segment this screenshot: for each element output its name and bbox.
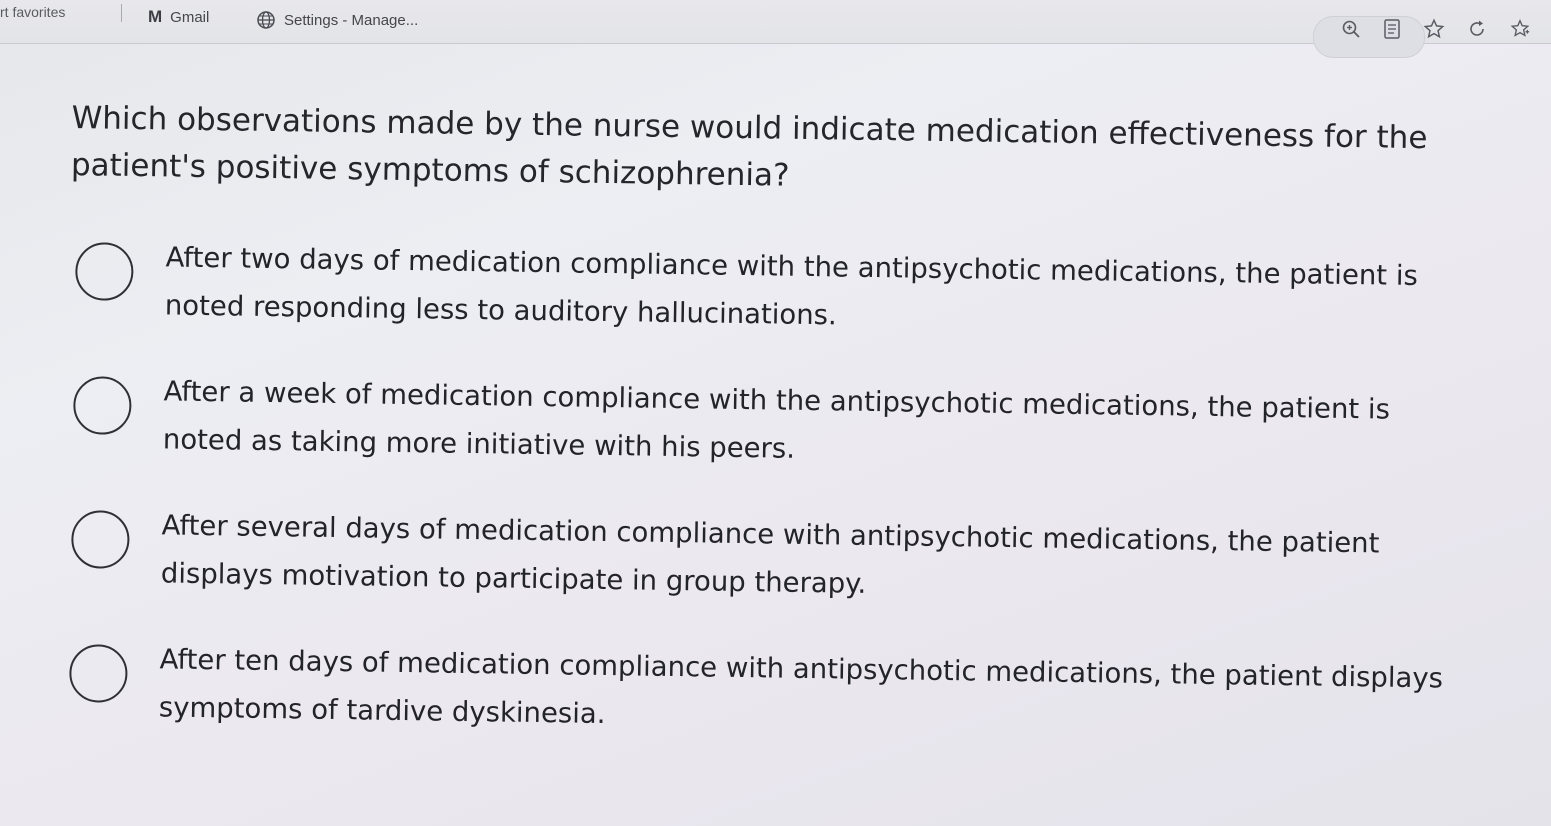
reader-icon[interactable] [1383,19,1401,39]
answer-option[interactable]: After two days of medication compliance … [67,241,1508,349]
answer-option-label: After a week of medication compliance wi… [162,375,1391,465]
answer-option-label: After ten days of medication compliance … [158,643,1444,731]
radio-button[interactable] [74,242,134,301]
browser-window: { "bookmarks": { "favorites_label": "rt … [0,0,1551,826]
bookmark-gmail[interactable]: M Gmail [148,7,209,27]
collections-icon[interactable] [1509,18,1531,40]
bookmark-gmail-label: Gmail [170,8,210,26]
answer-option-label: After two days of medication compliance … [164,241,1419,332]
zoom-icon[interactable] [1341,19,1361,39]
gmail-icon: M [148,7,163,26]
globe-icon [256,10,276,30]
answer-options: After two days of medication compliance … [61,241,1508,751]
browser-toolbar [1341,18,1531,40]
question-text: Which observations made by the nurse wou… [70,100,1428,194]
answer-option-label: After several days of medication complia… [160,509,1380,600]
quiz-content: Which observations made by the nurse wou… [60,95,1510,801]
bookmark-favorites[interactable]: rt favorites [0,4,65,20]
radio-button[interactable] [68,644,128,703]
favorite-star-icon[interactable] [1423,18,1445,40]
bookmark-settings-label: Settings - Manage... [284,11,419,29]
answer-option[interactable]: After several days of medication complia… [63,509,1504,617]
answer-option[interactable]: After ten days of medication compliance … [61,643,1502,751]
bookmark-settings[interactable]: Settings - Manage... [256,10,418,30]
bookmark-separator [121,4,122,22]
radio-button[interactable] [70,510,130,569]
answer-option[interactable]: After a week of medication compliance wi… [65,375,1506,483]
radio-button[interactable] [72,376,132,435]
refresh-icon[interactable] [1467,19,1487,39]
bookmark-favorites-label: rt favorites [0,4,66,20]
